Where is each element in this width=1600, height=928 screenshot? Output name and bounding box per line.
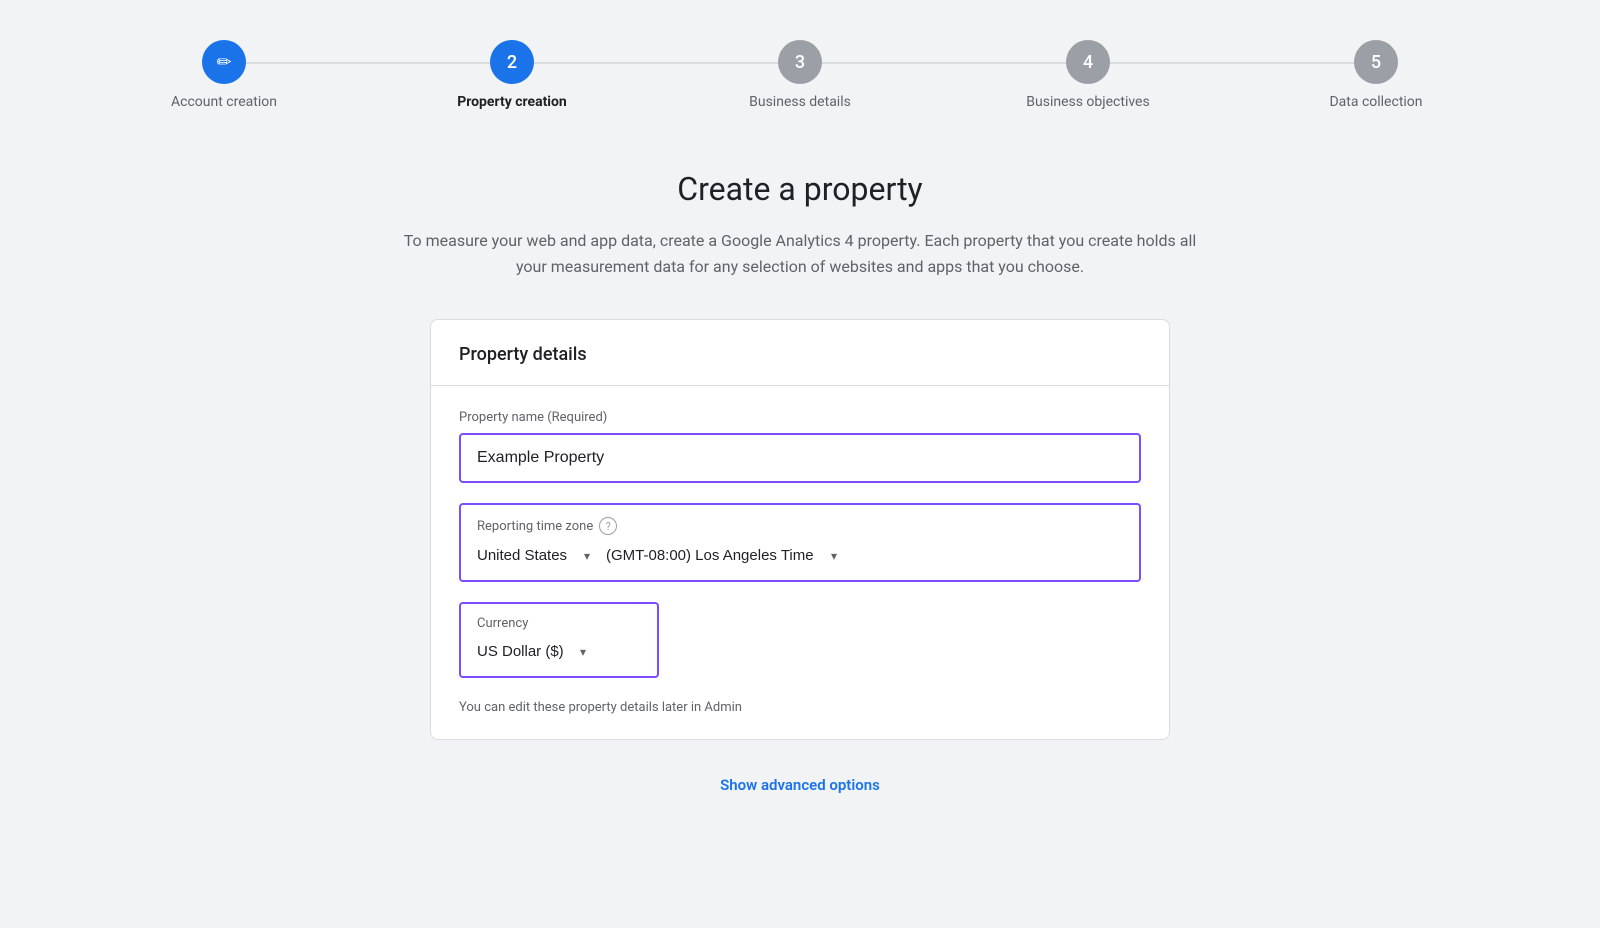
step-number-2: 2 — [507, 52, 517, 73]
edit-hint: You can edit these property details late… — [459, 700, 1141, 715]
card-body: Property name (Required) Reporting time … — [431, 386, 1169, 739]
step-circle-3: 3 — [778, 40, 822, 84]
step-circle-2: 2 — [490, 40, 534, 84]
timezone-select[interactable]: (GMT-08:00) Los Angeles Time — [606, 547, 837, 564]
main-content: Create a property To measure your web an… — [80, 170, 1520, 794]
step-label-5: Data collection — [1329, 94, 1422, 110]
step-account-creation[interactable]: ✏ Account creation — [80, 40, 368, 110]
timezone-label-text: Reporting time zone — [477, 519, 593, 534]
country-select[interactable]: United States — [477, 547, 590, 564]
country-select-wrapper: United States ▾ — [477, 547, 590, 564]
page-wrapper: ✏ Account creation 2 Property creation 3… — [0, 0, 1600, 834]
step-business-objectives: 4 Business objectives — [944, 40, 1232, 110]
reporting-timezone-group: Reporting time zone ? United States ▾ — [459, 503, 1141, 582]
step-number-5: 5 — [1371, 52, 1381, 73]
step-label-1: Account creation — [171, 94, 277, 110]
step-data-collection: 5 Data collection — [1232, 40, 1520, 110]
timezone-select-wrapper: (GMT-08:00) Los Angeles Time ▾ — [606, 547, 837, 564]
step-circle-4: 4 — [1066, 40, 1110, 84]
step-number-4: 4 — [1083, 52, 1093, 73]
step-label-3: Business details — [749, 94, 851, 110]
card-header-title: Property details — [459, 344, 1141, 365]
currency-select[interactable]: US Dollar ($) — [477, 643, 586, 660]
timezone-selects: United States ▾ (GMT-08:00) Los Angeles … — [477, 547, 1123, 564]
step-property-creation[interactable]: 2 Property creation — [368, 40, 656, 110]
currency-label: Currency — [477, 616, 641, 631]
property-name-input[interactable] — [459, 433, 1141, 483]
step-circle-5: 5 — [1354, 40, 1398, 84]
step-label-4: Business objectives — [1026, 94, 1149, 110]
currency-group: Currency US Dollar ($) ▾ — [459, 602, 659, 678]
step-circle-1: ✏ — [202, 40, 246, 84]
step-business-details: 3 Business details — [656, 40, 944, 110]
step-label-2: Property creation — [457, 94, 567, 110]
property-details-card: Property details Property name (Required… — [430, 319, 1170, 740]
stepper: ✏ Account creation 2 Property creation 3… — [80, 40, 1520, 110]
help-icon[interactable]: ? — [599, 517, 617, 535]
step-number-3: 3 — [795, 52, 805, 73]
card-header: Property details — [431, 320, 1169, 386]
page-title: Create a property — [677, 170, 922, 208]
reporting-timezone-label: Reporting time zone ? — [477, 517, 1123, 535]
page-description: To measure your web and app data, create… — [390, 228, 1210, 279]
property-name-label: Property name (Required) — [459, 410, 1141, 425]
currency-select-wrapper: US Dollar ($) ▾ — [477, 643, 586, 660]
show-advanced-options-link[interactable]: Show advanced options — [720, 776, 880, 794]
pencil-icon: ✏ — [216, 52, 231, 73]
